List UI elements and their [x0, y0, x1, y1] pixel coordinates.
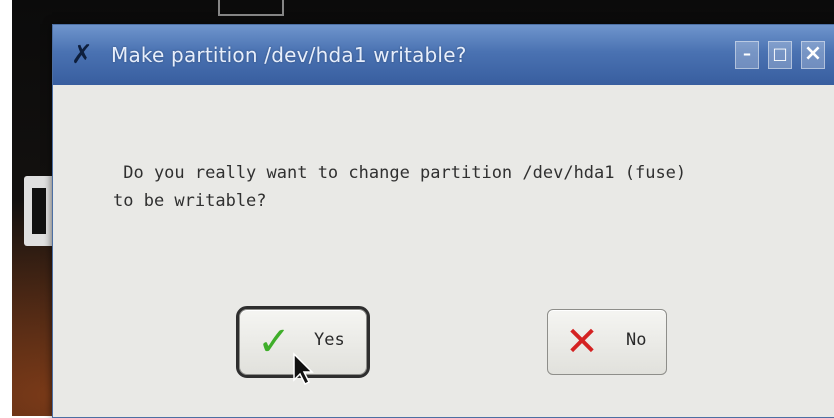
mouse-pointer-icon: [293, 352, 314, 386]
dialog-title: Make partition /dev/hda1 writable?: [111, 43, 467, 67]
message-line-1: Do you really want to change partition /…: [113, 163, 687, 183]
app-x-icon: ✗: [71, 40, 93, 70]
no-button[interactable]: ✕ No: [547, 309, 667, 375]
dialog-message: Do you really want to change partition /…: [113, 159, 813, 215]
no-button-label: No: [626, 330, 647, 350]
checkmark-icon: ✓: [257, 319, 291, 365]
x-mark-icon: ✕: [565, 319, 599, 365]
dialog-titlebar[interactable]: ✗ Make partition /dev/hda1 writable? – □…: [53, 25, 834, 85]
close-button[interactable]: ×: [801, 41, 825, 69]
message-line-2: to be writable?: [113, 191, 267, 211]
maximize-button[interactable]: □: [768, 41, 792, 69]
yes-button-label: Yes: [314, 330, 345, 350]
minimize-button[interactable]: –: [735, 41, 759, 69]
background-window-edge: [218, 0, 284, 16]
confirm-dialog: ✗ Make partition /dev/hda1 writable? – □…: [52, 24, 834, 418]
